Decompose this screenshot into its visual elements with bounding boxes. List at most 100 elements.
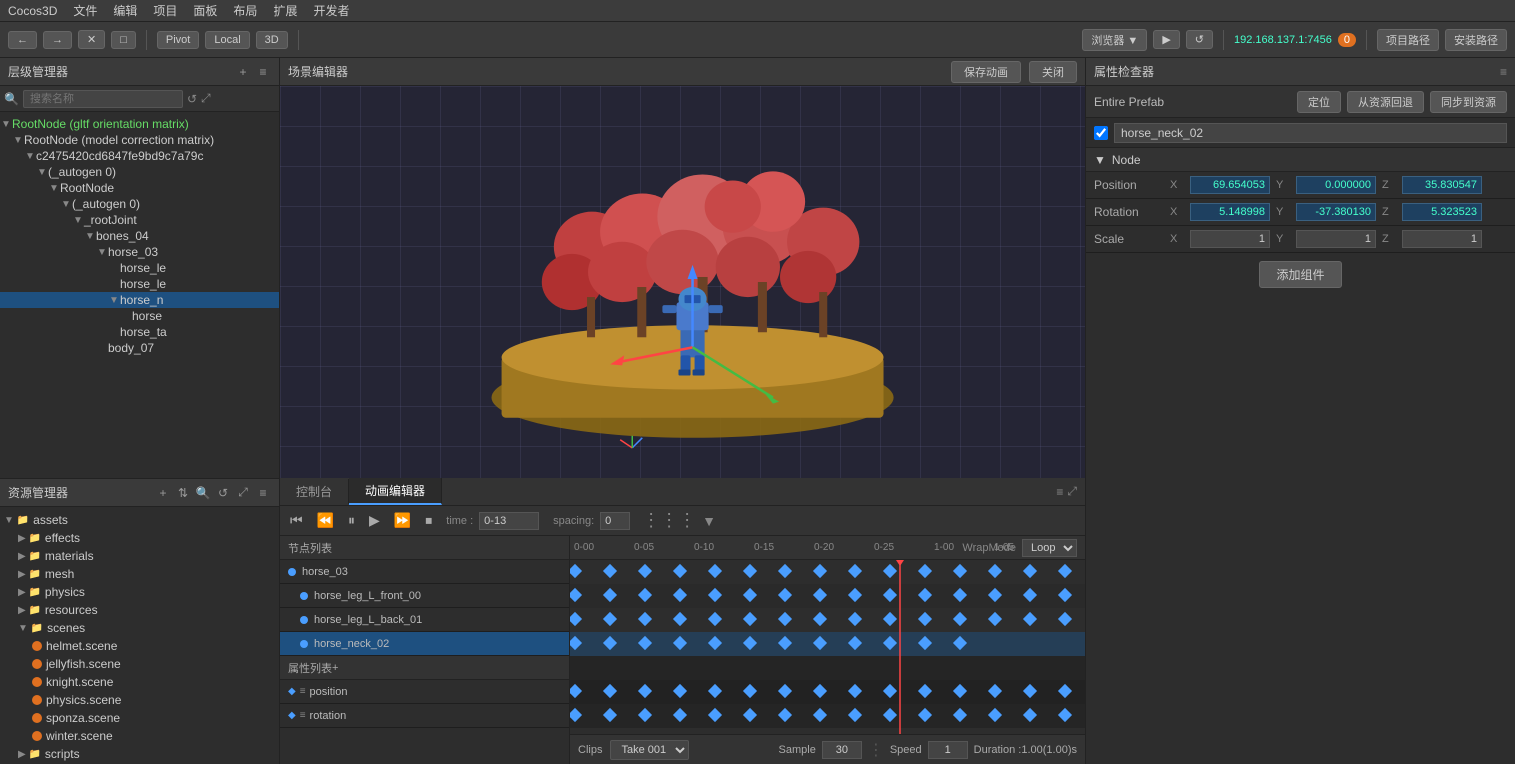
wrap-mode-select[interactable]: Loop	[1022, 539, 1077, 557]
back-button[interactable]: ←	[8, 31, 37, 49]
track-row-leg-back[interactable]: horse_leg_L_back_01	[280, 608, 569, 632]
pivot-button[interactable]: Pivot	[157, 31, 199, 49]
asset-item-4[interactable]: ▶ 📁physics	[0, 583, 279, 601]
tree-item-8[interactable]: ▼horse_03	[0, 244, 279, 260]
asset-item-12[interactable]: winter.scene	[0, 727, 279, 745]
step-back-button[interactable]: ⏪	[313, 510, 338, 531]
node-name-input[interactable]	[1114, 123, 1507, 143]
menu-project[interactable]: 项目	[153, 2, 177, 19]
scene-canvas[interactable]	[280, 86, 1085, 478]
sample-spinner[interactable]: ⋮	[868, 740, 884, 760]
sync-button[interactable]: 同步到资源	[1430, 91, 1507, 113]
asset-item-8[interactable]: jellyfish.scene	[0, 655, 279, 673]
tree-item-9[interactable]: horse_le	[0, 260, 279, 276]
forward-button[interactable]: →	[43, 31, 72, 49]
asset-item-0[interactable]: ▼ 📁assets	[0, 511, 279, 529]
assets-menu-icon[interactable]: ≡	[255, 485, 271, 501]
menu-edit[interactable]: 编辑	[113, 2, 137, 19]
node-checkbox[interactable]	[1094, 126, 1108, 140]
menu-icon[interactable]: ≡	[255, 64, 271, 80]
play-button[interactable]: ▶	[1153, 30, 1179, 49]
settings-icon[interactable]: ▼	[702, 513, 716, 529]
tab-console[interactable]: 控制台	[280, 479, 349, 504]
refresh-button[interactable]: ↺	[1186, 30, 1213, 49]
tree-item-1[interactable]: ▼RootNode (model correction matrix)	[0, 132, 279, 148]
prop-row-rotation[interactable]: ◆ ≡ rotation	[280, 704, 569, 728]
menu-file[interactable]: 文件	[73, 2, 97, 19]
tree-item-2[interactable]: ▼c2475420cd6847fe9bd9c7a79c	[0, 148, 279, 164]
menu-panel[interactable]: 面板	[193, 2, 217, 19]
tree-item-3[interactable]: ▼(_autogen 0)	[0, 164, 279, 180]
assets-search-icon[interactable]: 🔍	[195, 485, 211, 501]
keyframe-area[interactable]: WrapMode Loop 0-00 0-05 0-10 0-15 0-20	[570, 536, 1085, 764]
tree-item-12[interactable]: horse	[0, 308, 279, 324]
play-anim-button[interactable]: ▶	[365, 510, 384, 531]
grid-icon[interactable]: ⋮⋮⋮	[642, 510, 696, 531]
refresh-icon[interactable]: ↺	[187, 92, 197, 106]
asset-item-10[interactable]: physics.scene	[0, 691, 279, 709]
assets-add-icon[interactable]: +	[155, 485, 171, 501]
tree-item-0[interactable]: ▼RootNode (gltf orientation matrix)	[0, 116, 279, 132]
add-icon[interactable]: +	[235, 64, 251, 80]
assets-refresh-icon[interactable]: ↺	[215, 485, 231, 501]
locate-button[interactable]: 定位	[1297, 91, 1341, 113]
skip-end-button[interactable]: ⏹	[421, 510, 436, 531]
asset-item-13[interactable]: ▶ 📁scripts	[0, 745, 279, 763]
track-row-neck[interactable]: horse_neck_02	[280, 632, 569, 656]
pos-x-input[interactable]	[1190, 176, 1270, 194]
revert-button[interactable]: 从资源回退	[1347, 91, 1424, 113]
tree-item-4[interactable]: ▼RootNode	[0, 180, 279, 196]
hierarchy-search-input[interactable]	[23, 90, 183, 108]
tree-item-13[interactable]: horse_ta	[0, 324, 279, 340]
add-prop-button[interactable]: +	[332, 662, 338, 674]
prop-list-icon[interactable]: ≡	[300, 686, 306, 697]
tree-item-7[interactable]: ▼bones_04	[0, 228, 279, 244]
anim-menu-icon[interactable]: ≡	[1056, 485, 1063, 499]
asset-item-9[interactable]: knight.scene	[0, 673, 279, 691]
menu-dev[interactable]: 开发者	[313, 2, 349, 19]
tree-item-6[interactable]: ▼_rootJoint	[0, 212, 279, 228]
rot-y-input[interactable]	[1296, 203, 1376, 221]
time-input[interactable]	[479, 512, 539, 530]
pause-button[interactable]: ⏸	[344, 510, 359, 531]
keyframe-tracks[interactable]	[570, 560, 1085, 734]
keyframe-svg[interactable]	[570, 560, 1085, 734]
scale-z-input[interactable]	[1402, 230, 1482, 248]
square-button[interactable]: □	[111, 31, 136, 49]
rot-x-input[interactable]	[1190, 203, 1270, 221]
expand-icon[interactable]: ⤢	[201, 91, 211, 106]
skip-start-button[interactable]: ⏮	[286, 510, 307, 531]
browser-dropdown[interactable]: 浏览器 ▼	[1082, 29, 1147, 51]
pos-y-input[interactable]	[1296, 176, 1376, 194]
scale-y-input[interactable]	[1296, 230, 1376, 248]
asset-item-5[interactable]: ▶ 📁resources	[0, 601, 279, 619]
asset-item-11[interactable]: sponza.scene	[0, 709, 279, 727]
prop-row-position[interactable]: ◆ ≡ position	[280, 680, 569, 704]
properties-menu-icon[interactable]: ≡	[1500, 65, 1507, 79]
prop-list-icon2[interactable]: ≡	[300, 710, 306, 721]
assets-sort-icon[interactable]: ⇅	[175, 485, 191, 501]
pos-z-input[interactable]	[1402, 176, 1482, 194]
track-row-leg-front[interactable]: horse_leg_L_front_00	[280, 584, 569, 608]
close-scene-button[interactable]: 关闭	[1029, 61, 1077, 83]
tree-item-5[interactable]: ▼(_autogen 0)	[0, 196, 279, 212]
asset-item-6[interactable]: ▼ 📁scenes	[0, 619, 279, 637]
clips-select[interactable]: Take 001	[610, 740, 689, 760]
speed-input[interactable]	[928, 741, 968, 759]
menu-extend[interactable]: 扩展	[273, 2, 297, 19]
anim-expand-icon[interactable]: ⤢	[1067, 484, 1077, 499]
tree-item-11[interactable]: ▼horse_n	[0, 292, 279, 308]
tree-item-10[interactable]: horse_le	[0, 276, 279, 292]
assets-expand-icon[interactable]: ⤢	[235, 485, 251, 501]
install-path-button[interactable]: 安装路径	[1445, 29, 1507, 51]
tree-item-14[interactable]: body_07	[0, 340, 279, 356]
local-button[interactable]: Local	[205, 31, 249, 49]
menu-layout[interactable]: 布局	[233, 2, 257, 19]
asset-item-3[interactable]: ▶ 📁mesh	[0, 565, 279, 583]
tab-animation-editor[interactable]: 动画编辑器	[349, 478, 442, 505]
project-path-button[interactable]: 项目路径	[1377, 29, 1439, 51]
sample-input[interactable]	[822, 741, 862, 759]
rot-z-input[interactable]	[1402, 203, 1482, 221]
step-forward-button[interactable]: ⏩	[390, 510, 415, 531]
save-anim-button[interactable]: 保存动画	[951, 61, 1021, 83]
